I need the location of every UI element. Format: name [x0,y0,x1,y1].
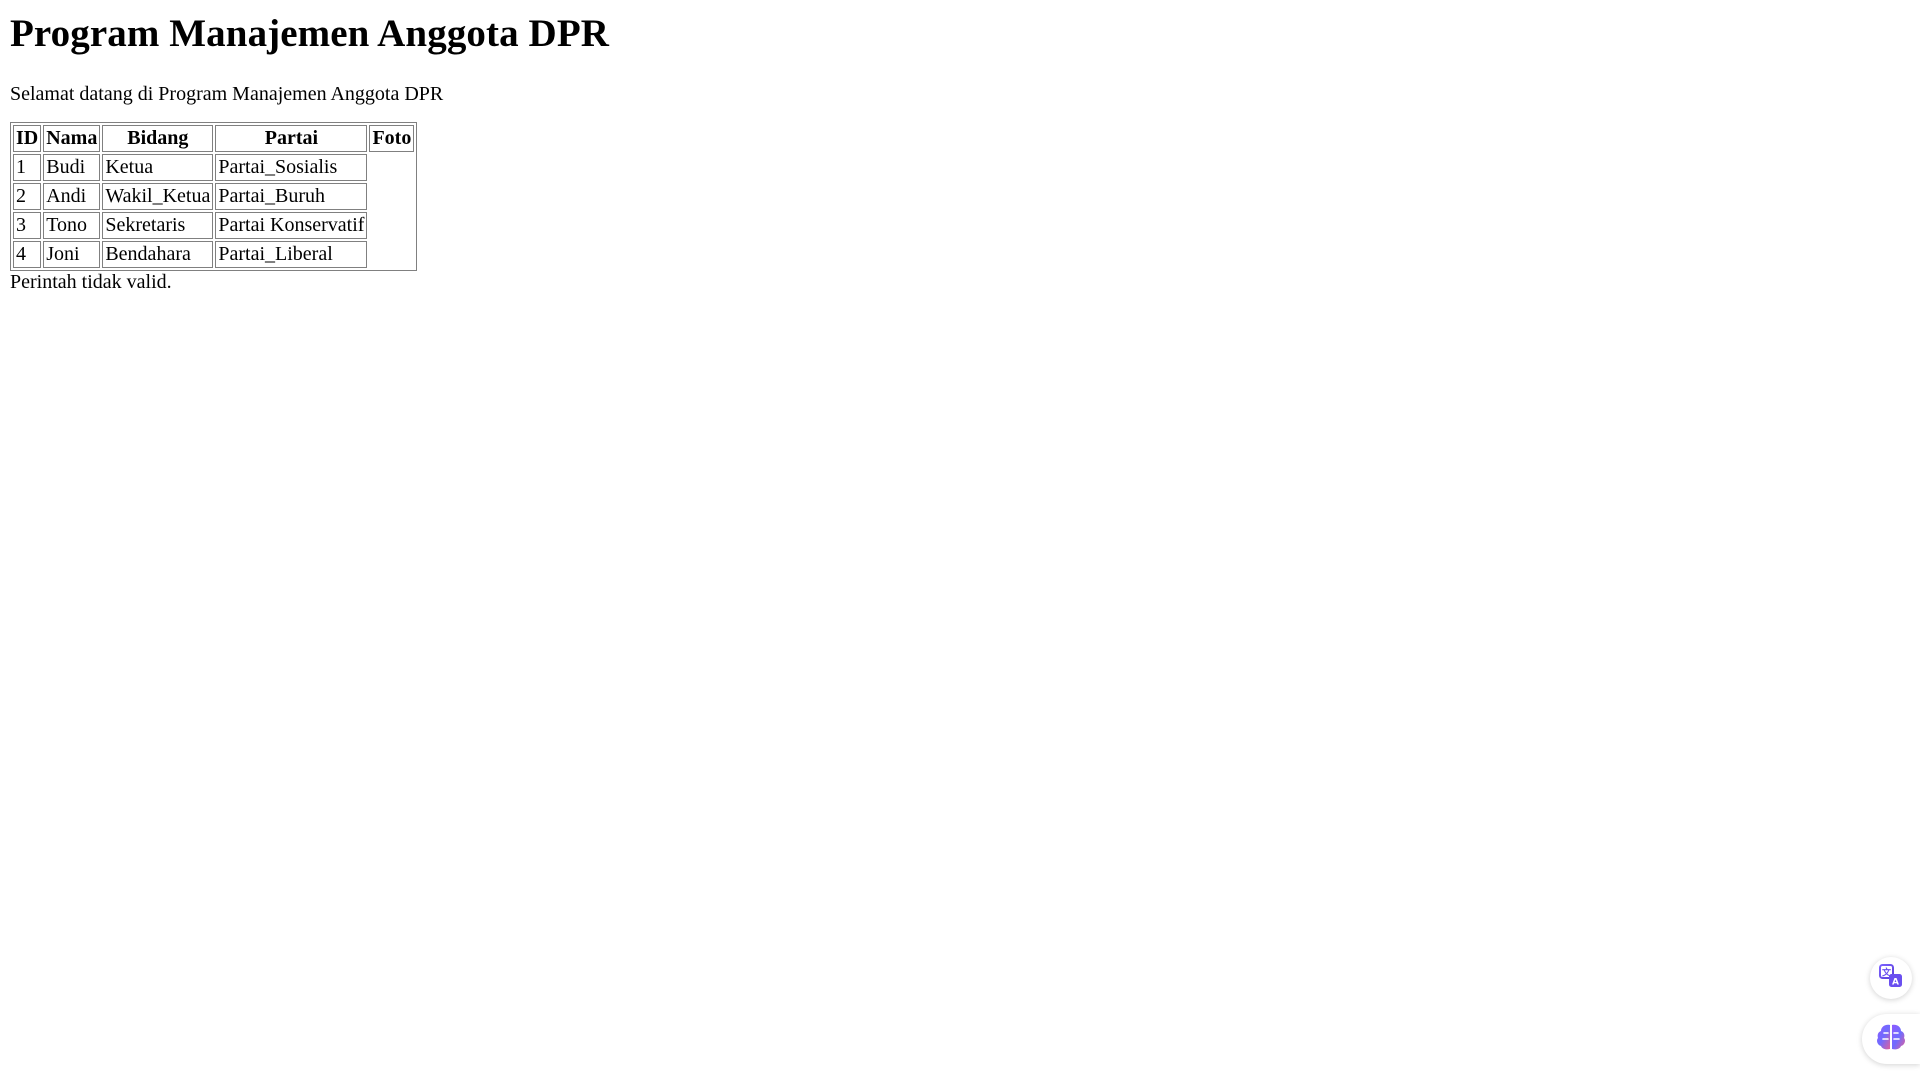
page-content: Program Manajemen Anggota DPR Selamat da… [10,0,609,294]
cell-id: 4 [13,241,42,268]
cell-foto [369,183,414,210]
cell-bidang: Wakil_Ketua [102,183,214,210]
column-header-bidang: Bidang [102,125,214,152]
cell-bidang: Ketua [102,154,214,181]
translate-button[interactable]: 文 A [1870,957,1912,999]
cell-foto [369,241,414,268]
table-row: 3 Tono Sekretaris Partai Konservatif [13,212,414,239]
column-header-nama: Nama [43,125,101,152]
cell-nama: Andi [43,183,101,210]
members-table: ID Nama Bidang Partai Foto 1 Budi Ketua … [10,122,418,271]
column-header-foto: Foto [369,125,415,152]
cell-foto [369,154,414,181]
table-row: 4 Joni Bendahara Partai_Liberal [13,241,414,268]
svg-text:A: A [1892,977,1899,987]
cell-id: 2 [13,183,42,210]
cell-partai: Partai Konservatif [215,212,368,239]
cell-partai: Partai_Buruh [215,183,368,210]
cell-nama: Joni [43,241,101,268]
translate-icon: 文 A [1878,963,1904,994]
cell-id: 3 [13,212,42,239]
cell-nama: Tono [43,212,101,239]
cell-bidang: Bendahara [102,241,214,268]
page-title: Program Manajemen Anggota DPR [10,12,610,55]
welcome-text: Selamat datang di Program Manajemen Angg… [10,83,444,105]
table-row: 1 Budi Ketua Partai_Sosialis [13,154,414,181]
cell-nama: Budi [43,154,101,181]
table-row: 2 Andi Wakil_Ketua Partai_Buruh [13,183,414,210]
assistant-button[interactable] [1862,1014,1920,1064]
cell-bidang: Sekretaris [102,212,214,239]
cell-id: 1 [13,154,42,181]
cell-foto [369,212,414,239]
cell-partai: Partai_Sosialis [215,154,368,181]
column-header-partai: Partai [215,125,368,152]
cell-partai: Partai_Liberal [215,241,368,268]
table-header-row: ID Nama Bidang Partai Foto [13,125,415,152]
brain-icon [1875,1022,1907,1057]
status-message: Perintah tidak valid. [10,271,172,293]
column-header-id: ID [13,125,42,152]
